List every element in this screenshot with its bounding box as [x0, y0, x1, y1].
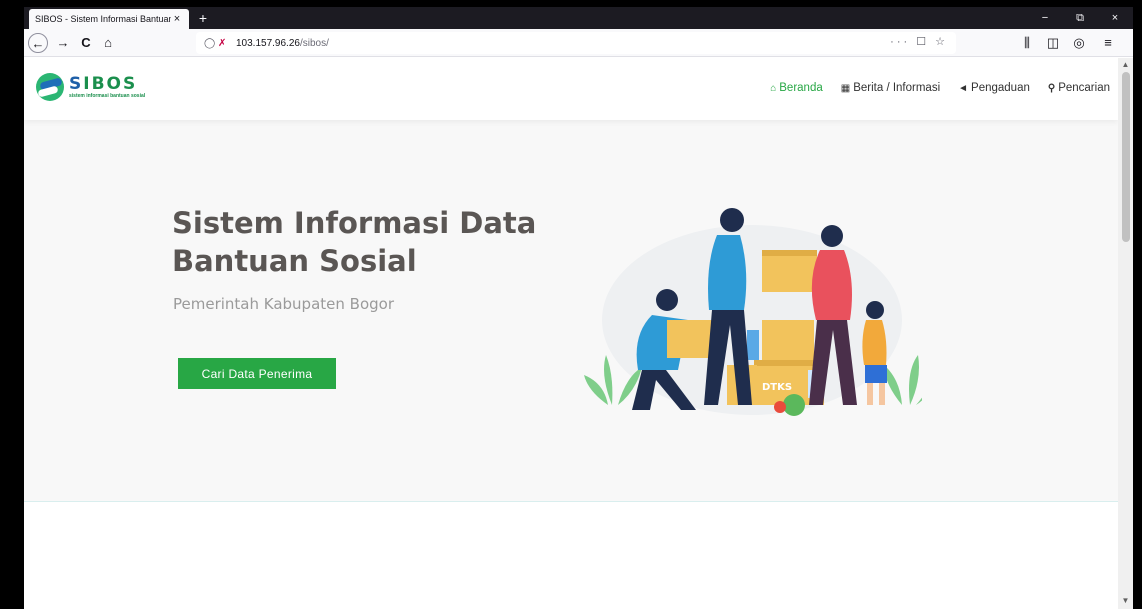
browser-tab[interactable]: SIBOS - Sistem Informasi Bantuan S ×	[29, 9, 189, 29]
search-icon: ⚲	[1047, 82, 1056, 94]
nav-item-label: Beranda	[779, 82, 823, 94]
page-scrollbar[interactable]: ▲ ▼	[1118, 58, 1133, 609]
page-actions[interactable]: ··· ☐ ☆	[890, 35, 948, 48]
nav-item-label: Pengaduan	[971, 82, 1030, 94]
nav-item-label: Pencarian	[1058, 82, 1110, 94]
url-bar[interactable]: ◯ ✗ 103.157.96.26 /sibos/ ··· ☐ ☆	[196, 32, 956, 54]
aid-distribution-illustration: DTKS	[584, 208, 922, 416]
home-icon: ⌂	[770, 82, 777, 94]
home-button[interactable]: ⌂	[98, 33, 118, 53]
news-icon: ▦	[840, 82, 851, 94]
box-handover	[762, 250, 817, 292]
megaphone-icon: ◄	[958, 82, 969, 94]
sidebar-icon[interactable]: ◫	[1043, 33, 1063, 53]
dtks-box-label: DTKS	[762, 382, 792, 393]
hero-title: Sistem Informasi Data Bantuan Sosial	[172, 206, 537, 278]
search-recipient-button[interactable]: Cari Data Penerima	[178, 358, 336, 389]
screen-frame: SIBOS - Sistem Informasi Bantuan S × + −…	[0, 0, 1142, 609]
content-area	[24, 502, 1118, 609]
nav-item-berita[interactable]: ▦ Berita / Informasi	[841, 82, 940, 94]
reload-button[interactable]: C	[76, 33, 96, 53]
scroll-down-icon[interactable]: ▼	[1121, 596, 1130, 605]
restore-button[interactable]: ⧉	[1069, 10, 1091, 26]
nav-item-beranda[interactable]: ⌂ Beranda	[770, 82, 823, 94]
logo-name: SIBOS	[69, 74, 138, 94]
page-viewport: SIBOS sistem informasi bantuan sosial ⌂ …	[24, 58, 1118, 609]
watermelon	[783, 394, 805, 416]
forward-button[interactable]: →	[53, 33, 73, 53]
nav-item-label: Berita / Informasi	[853, 82, 941, 94]
scrollbar-thumb[interactable]	[1122, 72, 1130, 242]
logo-text: SIBOS sistem informasi bantuan sosial	[69, 75, 145, 99]
url-host: 103.157.96.26	[236, 37, 300, 49]
plant-right	[884, 355, 922, 405]
hero-subtitle: Pemerintah Kabupaten Bogor	[173, 295, 394, 313]
back-button[interactable]: ←	[28, 33, 48, 53]
new-tab-button[interactable]: +	[194, 9, 212, 27]
nav-item-pengaduan[interactable]: ◄ Pengaduan	[958, 82, 1030, 94]
hero-section: Sistem Informasi Data Bantuan Sosial Pem…	[24, 120, 1118, 502]
tab-strip: SIBOS - Sistem Informasi Bantuan S × + −…	[24, 7, 1133, 29]
minimize-button[interactable]: −	[1034, 10, 1056, 26]
browser-window: SIBOS - Sistem Informasi Bantuan S × + −…	[24, 7, 1133, 609]
fruit	[774, 401, 786, 413]
library-icon[interactable]: ⫼	[1017, 33, 1037, 53]
logo-mark-icon	[36, 73, 64, 101]
tab-title: SIBOS - Sistem Informasi Bantuan S	[35, 14, 171, 24]
tracking-shield-icon[interactable]: ◯	[204, 38, 218, 49]
site-logo[interactable]: SIBOS sistem informasi bantuan sosial	[36, 73, 145, 101]
logo-tagline: sistem informasi bantuan sosial	[69, 93, 146, 99]
url-path: /sibos/	[299, 37, 329, 49]
main-nav: ⌂ Beranda ▦ Berita / Informasi ◄ Pengadu…	[752, 82, 1110, 94]
nav-toolbar: ← → C ⌂ ◯ ✗ 103.157.96.26 /sibos/ ··· ☐ …	[24, 29, 1133, 57]
site-header: SIBOS sistem informasi bantuan sosial ⌂ …	[24, 58, 1118, 120]
menu-icon[interactable]: ≡	[1098, 33, 1118, 53]
tab-close-icon[interactable]: ×	[171, 13, 183, 25]
scroll-up-icon[interactable]: ▲	[1121, 60, 1130, 69]
account-icon[interactable]: ◎	[1069, 33, 1089, 53]
insecure-lock-icon[interactable]: ✗	[218, 38, 236, 49]
window-close-button[interactable]: ×	[1104, 10, 1126, 26]
nav-item-pencarian[interactable]: ⚲ Pencarian	[1048, 82, 1110, 94]
